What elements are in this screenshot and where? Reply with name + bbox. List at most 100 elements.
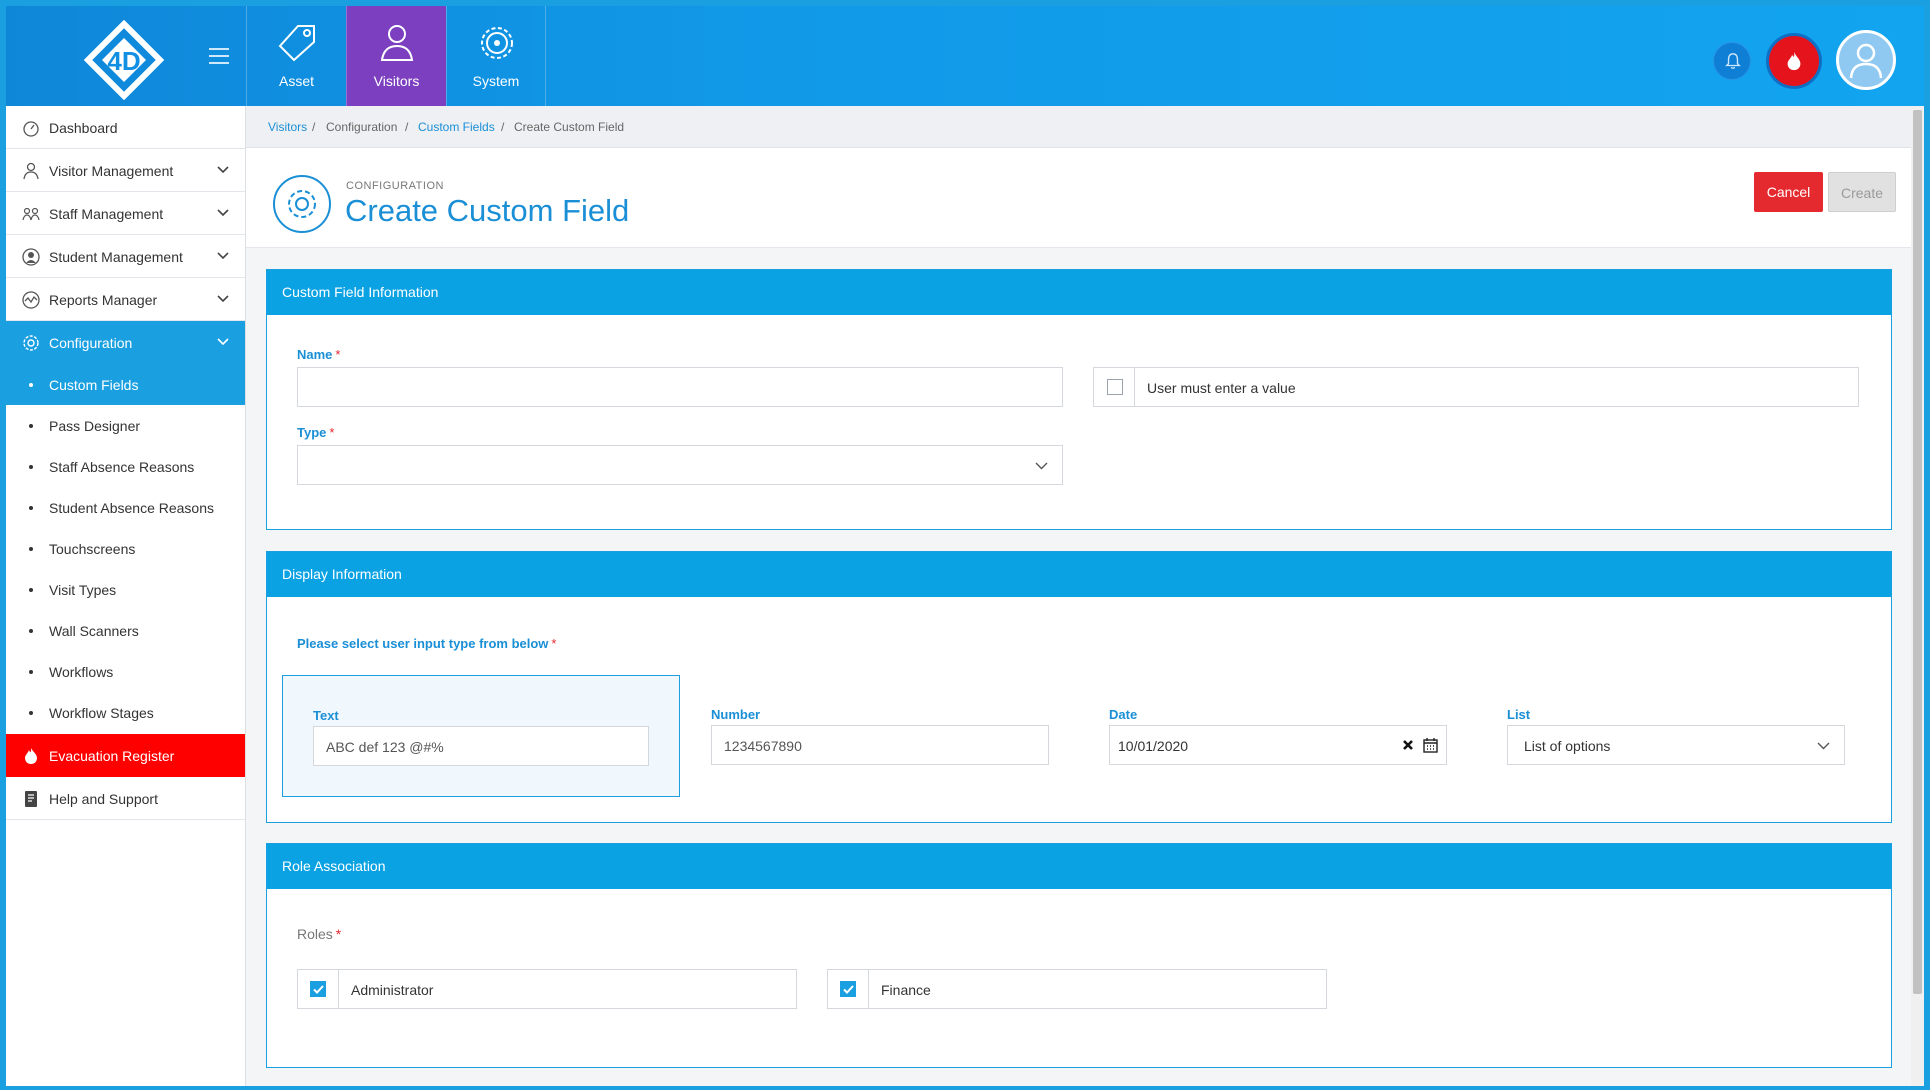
sidebar-subitem-label: Student Absence Reasons — [49, 500, 215, 516]
date-sample-value: 10/01/2020 — [1118, 738, 1189, 754]
user-must-enter-checkbox[interactable] — [1107, 379, 1123, 395]
top-bar: 4D Asset Visitors System — [6, 6, 1924, 106]
cancel-button[interactable]: Cancel — [1754, 172, 1823, 212]
sidebar-item-visitor-management[interactable]: Visitor Management — [6, 149, 245, 192]
list-sample-select: List of options — [1507, 725, 1845, 765]
module-tab-asset[interactable]: Asset — [246, 6, 346, 106]
menu-toggle-icon[interactable] — [209, 48, 229, 64]
breadcrumb: Visitors / Configuration / Custom Fields… — [246, 106, 1924, 148]
custom-field-information-panel: Custom Field Information Name * User must… — [266, 269, 1892, 530]
panel-header: Role Association — [267, 844, 1891, 889]
clear-icon[interactable] — [1402, 739, 1414, 751]
sidebar-subitem-label: Pass Designer — [49, 418, 141, 434]
input-type-prompt-text: Please select user input type from below — [297, 636, 549, 651]
sidebar-subitem-pass-designer[interactable]: Pass Designer — [6, 405, 245, 446]
sidebar-item-configuration[interactable]: Configuration — [6, 321, 245, 364]
breadcrumb-separator: / — [405, 120, 409, 134]
bullet — [29, 383, 33, 387]
sidebar-subitem-wall-scanners[interactable]: Wall Scanners — [6, 610, 245, 651]
name-input[interactable] — [297, 367, 1063, 407]
sidebar-subitem-touchscreens[interactable]: Touchscreens — [6, 528, 245, 569]
panel-title: Custom Field Information — [282, 284, 439, 300]
sidebar-subitem-visit-types[interactable]: Visit Types — [6, 569, 245, 610]
sidebar-item-label: Dashboard — [49, 120, 118, 136]
sidebar-subitem-staff-absence-reasons[interactable]: Staff Absence Reasons — [6, 446, 245, 487]
reports-icon — [22, 291, 40, 309]
breadcrumb-custom-fields[interactable]: Custom Fields — [418, 120, 495, 134]
chevron-down-icon — [217, 252, 229, 260]
sidebar-item-reports-manager[interactable]: Reports Manager — [6, 278, 245, 321]
option-label: Text — [313, 708, 339, 723]
type-select[interactable] — [297, 445, 1063, 485]
chevron-down-icon — [1035, 462, 1048, 470]
input-type-option-number[interactable]: Number 1234567890 — [681, 675, 1079, 797]
number-sample-input: 1234567890 — [711, 725, 1049, 765]
panel-header: Custom Field Information — [267, 270, 1891, 315]
panel-title: Role Association — [282, 858, 386, 874]
input-type-option-date[interactable]: Date 10/01/2020 — [1079, 675, 1477, 797]
bullet — [29, 424, 33, 428]
finance-checkbox[interactable] — [840, 981, 856, 997]
display-information-panel: Display Information Please select user i… — [266, 551, 1892, 823]
bullet — [29, 547, 33, 551]
required-mark: * — [335, 347, 341, 362]
sidebar-item-help-and-support[interactable]: Help and Support — [6, 777, 245, 820]
chevron-down-icon — [217, 209, 229, 217]
cog-icon — [481, 27, 513, 59]
required-mark: * — [329, 425, 335, 440]
sidebar-item-staff-management[interactable]: Staff Management — [6, 192, 245, 235]
check-icon — [313, 985, 324, 994]
required-mark: * — [551, 636, 557, 651]
evacuation-button[interactable] — [1766, 33, 1822, 89]
administrator-checkbox[interactable] — [310, 981, 326, 997]
sidebar-subitem-workflows[interactable]: Workflows — [6, 651, 245, 692]
date-sample-input: 10/01/2020 — [1109, 725, 1447, 765]
calendar-icon[interactable] — [1423, 737, 1438, 753]
bullet — [29, 588, 33, 592]
user-must-enter-label: User must enter a value — [1147, 380, 1296, 396]
option-label: Number — [711, 707, 761, 722]
module-tab-label: Asset — [278, 73, 314, 89]
create-button[interactable]: Create — [1828, 172, 1896, 212]
checkbox-wrapper — [1094, 368, 1135, 406]
person-icon — [380, 25, 414, 61]
scrollbar-thumb[interactable] — [1913, 110, 1922, 994]
page-header: CONFIGURATION Create Custom Field Cancel… — [246, 148, 1911, 248]
flame-icon — [1787, 51, 1801, 71]
user-avatar[interactable] — [1836, 30, 1896, 90]
roles-label-text: Roles — [297, 926, 333, 942]
breadcrumb-visitors[interactable]: Visitors — [268, 120, 307, 134]
sidebar-item-evacuation-register[interactable]: Evacuation Register — [6, 734, 245, 777]
sidebar-subitem-student-absence-reasons[interactable]: Student Absence Reasons — [6, 487, 245, 528]
breadcrumb-configuration: Configuration — [326, 120, 398, 134]
sidebar-item-student-management[interactable]: Student Management — [6, 235, 245, 278]
text-sample-value: ABC def 123 @#% — [326, 739, 444, 755]
sidebar-subitem-custom-fields[interactable]: Custom Fields — [6, 364, 245, 405]
chevron-down-icon — [217, 338, 229, 346]
sidebar-item-label: Student Management — [49, 249, 183, 265]
sidebar-item-dashboard[interactable]: Dashboard — [6, 106, 245, 149]
sidebar-subitem-workflow-stages[interactable]: Workflow Stages — [6, 692, 245, 733]
sidebar-subitem-label: Workflow Stages — [49, 705, 154, 721]
logo[interactable]: 4D — [84, 20, 164, 100]
module-tab-label: System — [472, 73, 520, 89]
option-label: List — [1507, 707, 1531, 722]
input-type-option-list[interactable]: List List of options — [1477, 675, 1875, 797]
input-type-option-text[interactable]: Text ABC def 123 @#% — [282, 675, 680, 797]
notifications-button[interactable] — [1713, 42, 1751, 80]
roles-label: Roles * — [297, 926, 341, 942]
number-sample-value: 1234567890 — [724, 738, 802, 754]
flame-icon — [25, 748, 37, 764]
panel-title: Display Information — [282, 566, 402, 582]
role-label: Administrator — [351, 982, 434, 998]
type-label: Type * — [297, 425, 334, 440]
chevron-down-icon — [217, 295, 229, 303]
role-option-administrator: Administrator — [297, 969, 797, 1009]
logo-text: 4D — [107, 46, 140, 76]
user-icon — [1849, 43, 1883, 79]
sidebar-subitem-label: Custom Fields — [49, 377, 139, 393]
bullet — [29, 465, 33, 469]
module-tab-system[interactable]: System — [446, 6, 546, 106]
module-tab-visitors[interactable]: Visitors — [346, 6, 446, 106]
bullet — [29, 506, 33, 510]
